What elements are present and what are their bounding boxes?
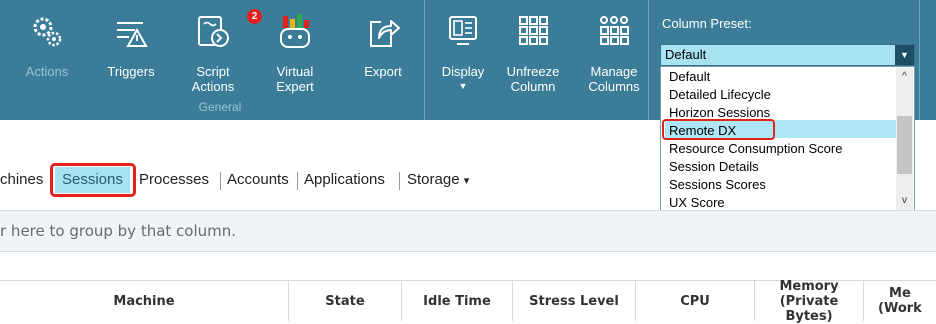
virtual-expert-button[interactable]: Virtual Expert bbox=[270, 0, 320, 120]
column-header-cpu[interactable]: CPU bbox=[636, 281, 754, 321]
tab-storage[interactable]: Storage ▾ bbox=[407, 171, 469, 188]
preset-option-resource-consumption-score[interactable]: Resource Consumption Score bbox=[669, 141, 842, 156]
ribbon-separator bbox=[648, 0, 649, 120]
chevron-down-icon: ▾ bbox=[463, 175, 470, 187]
virtual-expert-label: Virtual Expert bbox=[276, 64, 314, 94]
actions-label: Actions bbox=[25, 64, 69, 79]
preset-option-detailed-lifecycle[interactable]: Detailed Lifecycle bbox=[669, 87, 771, 102]
unfreeze-column-label: Unfreeze Column bbox=[506, 64, 560, 94]
scrollbar-thumb[interactable] bbox=[897, 116, 912, 174]
display-label: Display bbox=[441, 64, 485, 79]
export-button[interactable]: Export bbox=[358, 0, 408, 120]
display-icon bbox=[445, 14, 481, 50]
group-by-hint: r here to group by that column. bbox=[0, 222, 237, 240]
column-header-memory-private-bytes[interactable]: Memory (Private Bytes) bbox=[755, 279, 863, 324]
preset-option-horizon-sessions[interactable]: Horizon Sessions bbox=[669, 105, 770, 120]
column-header-idle-time[interactable]: Idle Time bbox=[402, 281, 512, 321]
column-header-memory-working-set[interactable]: Me (Work bbox=[864, 281, 936, 321]
column-header-state[interactable]: State bbox=[289, 281, 401, 321]
script-actions-label: Script Actions bbox=[191, 64, 235, 94]
column-preset-select[interactable]: Default bbox=[660, 44, 915, 66]
ribbon-separator bbox=[424, 0, 425, 120]
tab-separator bbox=[220, 172, 221, 190]
export-label: Export bbox=[364, 64, 402, 79]
gears-icon bbox=[29, 14, 65, 50]
scroll-up-icon[interactable]: ^ bbox=[896, 71, 913, 82]
tab-accounts[interactable]: Accounts bbox=[227, 171, 289, 188]
group-by-bar[interactable]: r here to group by that column. bbox=[0, 210, 936, 252]
preset-option-sessions-scores[interactable]: Sessions Scores bbox=[669, 177, 766, 192]
export-icon bbox=[365, 14, 401, 50]
view-tabs: chines Sessions Processes Accounts Appli… bbox=[0, 163, 660, 198]
preset-option-default[interactable]: Default bbox=[669, 69, 710, 84]
script-actions-badge: 2 bbox=[247, 9, 262, 24]
preset-option-session-details[interactable]: Session Details bbox=[669, 159, 759, 174]
manage-columns-icon bbox=[596, 14, 632, 50]
preset-option-ux-score[interactable]: UX Score bbox=[669, 195, 725, 210]
unfreeze-column-icon bbox=[515, 14, 551, 50]
virtual-expert-icon bbox=[277, 14, 313, 50]
tab-separator bbox=[399, 172, 400, 190]
tab-separator bbox=[297, 172, 298, 190]
script-actions-icon bbox=[195, 14, 231, 50]
display-button[interactable]: Display ▼ bbox=[438, 0, 488, 120]
column-preset-label: Column Preset: bbox=[662, 16, 752, 31]
triggers-button[interactable]: Triggers bbox=[105, 0, 157, 120]
scroll-down-icon[interactable]: v bbox=[896, 195, 913, 206]
ribbon-group-general: General bbox=[198, 100, 242, 114]
tab-machines[interactable]: chines bbox=[0, 171, 43, 188]
ribbon-separator bbox=[919, 0, 920, 120]
remote-dx-highlight-box bbox=[662, 119, 775, 140]
triggers-label: Triggers bbox=[107, 64, 155, 79]
manage-columns-button[interactable]: Manage Columns bbox=[586, 0, 642, 120]
sessions-tab-highlight-box bbox=[50, 163, 136, 197]
column-header-stress-level[interactable]: Stress Level bbox=[513, 281, 635, 321]
display-dropdown-icon: ▼ bbox=[458, 81, 468, 91]
unfreeze-column-button[interactable]: Unfreeze Column bbox=[505, 0, 561, 120]
triggers-icon bbox=[113, 14, 149, 50]
manage-columns-label: Manage Columns bbox=[588, 64, 640, 94]
table-header: Machine State Idle Time Stress Level CPU… bbox=[0, 279, 936, 324]
column-header-machine[interactable]: Machine bbox=[0, 281, 288, 321]
chevron-down-icon[interactable]: ▼ bbox=[895, 45, 914, 65]
column-preset-dropdown-list: Default Detailed Lifecycle Horizon Sessi… bbox=[660, 66, 915, 212]
actions-button[interactable]: Actions bbox=[22, 0, 72, 120]
tab-storage-label: Storage bbox=[407, 171, 460, 188]
tab-applications[interactable]: Applications bbox=[304, 171, 385, 188]
tab-processes[interactable]: Processes bbox=[139, 171, 209, 188]
